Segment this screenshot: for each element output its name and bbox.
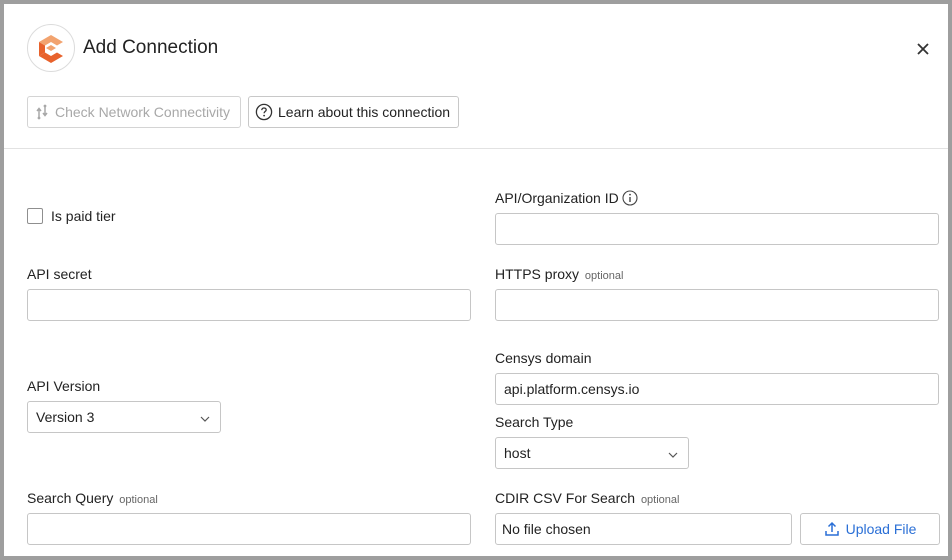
file-chosen-field: No file chosen (495, 513, 792, 545)
search-query-label: Search Query (27, 490, 114, 506)
api-version-value: Version 3 (36, 409, 95, 425)
network-check-icon (34, 104, 50, 120)
upload-icon (824, 521, 840, 537)
optional-tag: optional (640, 494, 680, 506)
api-secret-field[interactable] (27, 289, 471, 321)
api-version-select[interactable]: Version 3 (27, 401, 221, 433)
https-proxy-label-wrap: HTTPS proxy optional (495, 266, 623, 282)
censys-domain-label: Censys domain (495, 350, 592, 366)
check-network-connectivity-button[interactable]: Check Network Connectivity (27, 96, 241, 128)
upload-file-label: Upload File (845, 521, 917, 537)
check-network-label: Check Network Connectivity (55, 104, 231, 120)
https-proxy-label: HTTPS proxy (495, 266, 580, 282)
close-icon[interactable] (911, 37, 935, 61)
is-paid-tier-label: Is paid tier (51, 208, 116, 224)
censys-domain-field[interactable]: api.platform.censys.io (495, 373, 939, 405)
optional-tag: optional (584, 270, 624, 282)
censys-logo-icon (27, 24, 75, 72)
search-type-label: Search Type (495, 414, 574, 430)
api-secret-label: API secret (27, 266, 92, 282)
api-org-id-label: API/Organization ID (495, 190, 619, 206)
is-paid-tier-checkbox[interactable] (27, 208, 43, 224)
chevron-down-icon (200, 409, 210, 425)
learn-about-label: Learn about this connection (278, 104, 451, 120)
api-version-label: API Version (27, 378, 101, 394)
api-org-id-label-wrap: API/Organization ID (495, 190, 638, 206)
chevron-down-icon (668, 445, 678, 461)
https-proxy-field[interactable] (495, 289, 939, 321)
dialog-header: Add Connection (4, 4, 948, 92)
add-connection-dialog: Add Connection Check Network Connectivit… (4, 4, 948, 556)
upload-file-button[interactable]: Upload File (800, 513, 940, 545)
search-type-value: host (504, 445, 531, 461)
info-icon[interactable] (622, 190, 638, 206)
search-query-field[interactable] (27, 513, 471, 545)
help-circle-icon (255, 103, 273, 121)
dialog-title: Add Connection (83, 37, 219, 58)
learn-about-connection-button[interactable]: Learn about this connection (248, 96, 459, 128)
cdir-csv-label-wrap: CDIR CSV For Search optional (495, 490, 679, 506)
search-type-select[interactable]: host (495, 437, 689, 469)
optional-tag: optional (119, 494, 158, 506)
api-org-id-field[interactable] (495, 213, 939, 245)
search-query-label-wrap: Search Query optional (27, 490, 158, 506)
cdir-csv-label: CDIR CSV For Search (495, 490, 636, 506)
header-divider (4, 148, 948, 149)
